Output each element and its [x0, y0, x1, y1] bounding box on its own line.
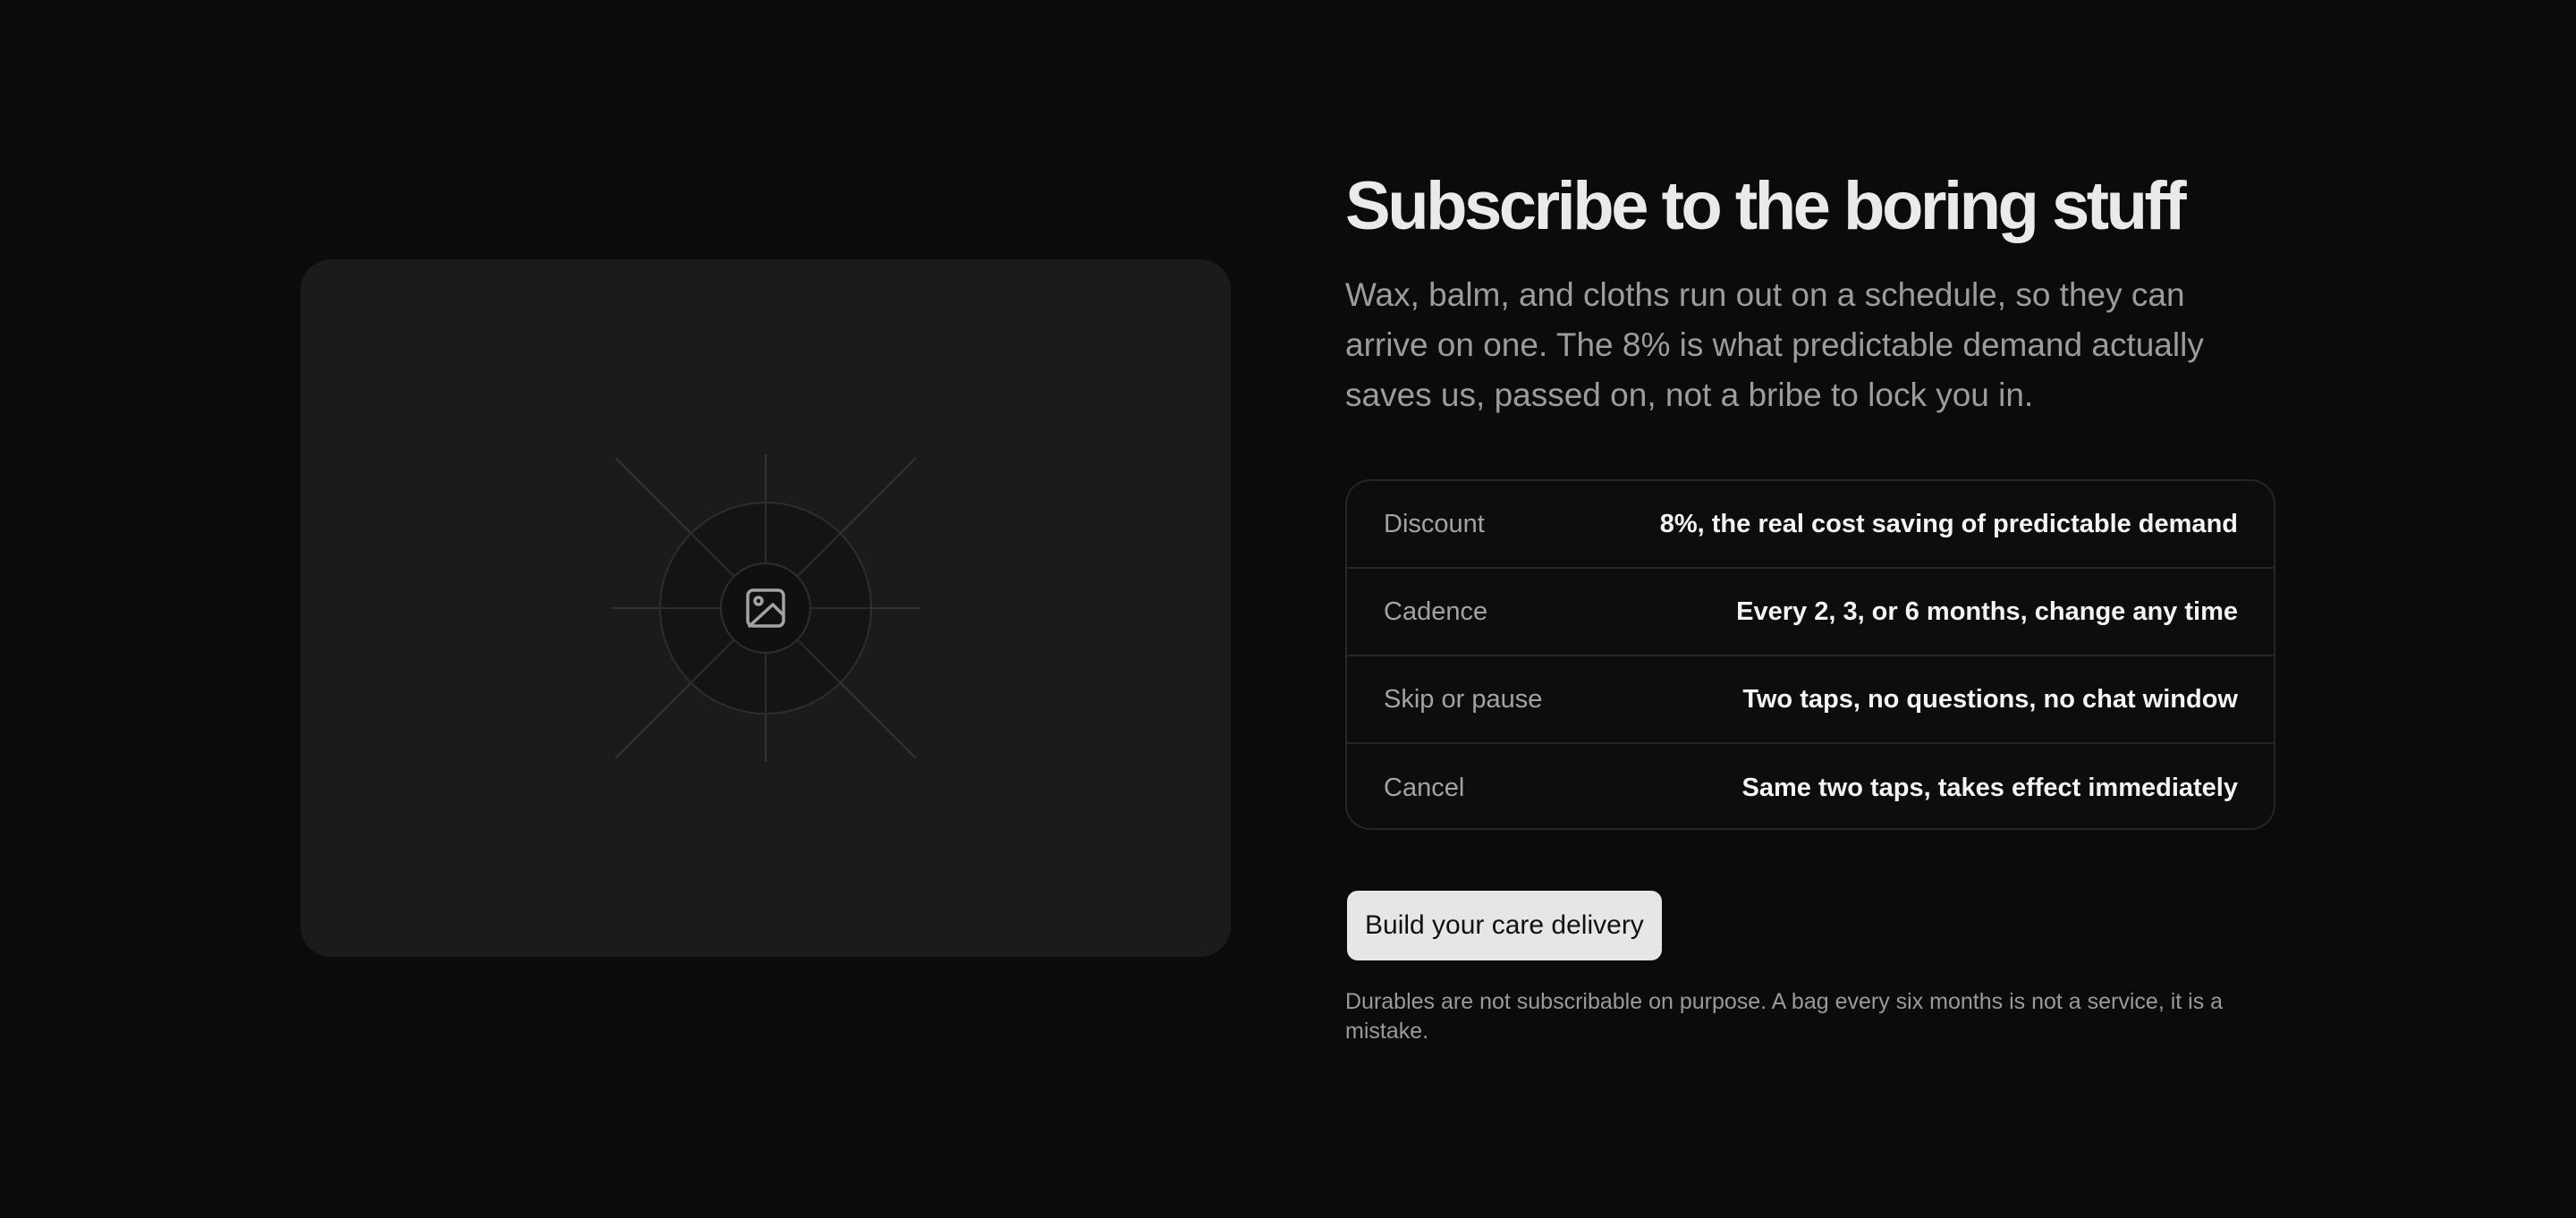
terms-label: Discount — [1384, 509, 1485, 538]
terms-label: Skip or pause — [1384, 684, 1543, 714]
page: Subscribe to the boring stuff Wax, balm,… — [0, 0, 2576, 1218]
terms-label: Cancel — [1384, 773, 1465, 802]
terms-value: Same two taps, takes effect immediately — [1741, 773, 2238, 802]
terms-row-skip-or-pause: Skip or pause Two taps, no questions, no… — [1347, 656, 2274, 744]
terms-row-discount: Discount 8%, the real cost saving of pre… — [1347, 481, 2274, 569]
build-care-delivery-button[interactable]: Build your care delivery — [1347, 891, 1662, 960]
image-placeholder-graphic — [612, 454, 919, 762]
terms-value: Two taps, no questions, no chat window — [1742, 684, 2238, 714]
terms-label: Cadence — [1384, 596, 1488, 626]
terms-value: Every 2, 3, or 6 months, change any time — [1736, 596, 2238, 626]
subscription-terms-table: Discount 8%, the real cost saving of pre… — [1345, 479, 2275, 830]
durables-footnote: Durables are not subscribable on purpose… — [1345, 989, 2224, 1044]
terms-row-cadence: Cadence Every 2, 3, or 6 months, change … — [1347, 569, 2274, 656]
terms-row-cancel: Cancel Same two taps, takes effect immed… — [1347, 744, 2274, 828]
terms-value: 8%, the real cost saving of predictable … — [1659, 509, 2238, 538]
image-placeholder-card — [301, 259, 1231, 957]
subscription-description: Wax, balm, and cloths run out on a sched… — [1345, 276, 2204, 413]
page-title: Subscribe to the boring stuff — [1345, 168, 2187, 244]
